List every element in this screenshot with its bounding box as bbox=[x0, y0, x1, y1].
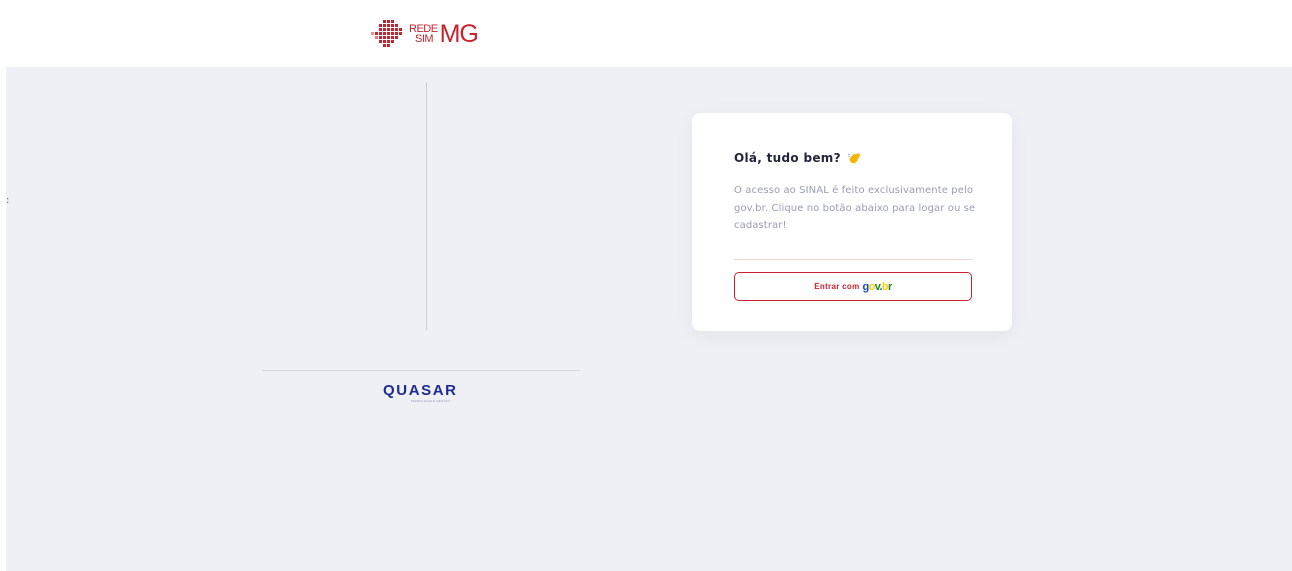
redesim-mg-logo[interactable]: REDE SIM MG bbox=[369, 17, 479, 51]
horizontal-divider bbox=[262, 370, 580, 371]
logo-line-sim: SIM bbox=[415, 33, 434, 45]
quasar-name: QUASAR bbox=[383, 382, 458, 399]
govbr-logo: gov.br bbox=[862, 280, 893, 293]
quasar-tagline: TECNOLOGIA E GESTÃO bbox=[410, 399, 451, 403]
waving-hand-icon bbox=[847, 153, 861, 164]
govbr-button-label: Entrar com bbox=[814, 282, 860, 291]
quasar-logo[interactable]: QUASAR TECNOLOGIA E GESTÃO bbox=[383, 382, 458, 404]
govbr-login-button[interactable]: Entrar com gov.br bbox=[734, 272, 972, 301]
redesim-mark-icon bbox=[371, 20, 402, 47]
card-description: O acesso ao SINAL é feito exclusivamente… bbox=[734, 185, 976, 231]
login-card: Olá, tudo bem? O acesso ao SINAL é feito… bbox=[692, 113, 1012, 331]
logo-mg: MG bbox=[439, 20, 479, 48]
card-title: Olá, tudo bem? bbox=[734, 151, 862, 165]
vertical-divider bbox=[426, 83, 427, 330]
main-area: : QUASAR TECNOLOGIA E GESTÃO Olá, tudo b… bbox=[6, 67, 1292, 571]
logo-wordmark: REDE SIM bbox=[409, 24, 438, 45]
card-divider bbox=[734, 259, 973, 260]
header-bar: REDE SIM MG bbox=[0, 0, 1292, 67]
card-title-text: Olá, tudo bem? bbox=[734, 151, 841, 165]
edge-glyph: : bbox=[6, 195, 10, 206]
